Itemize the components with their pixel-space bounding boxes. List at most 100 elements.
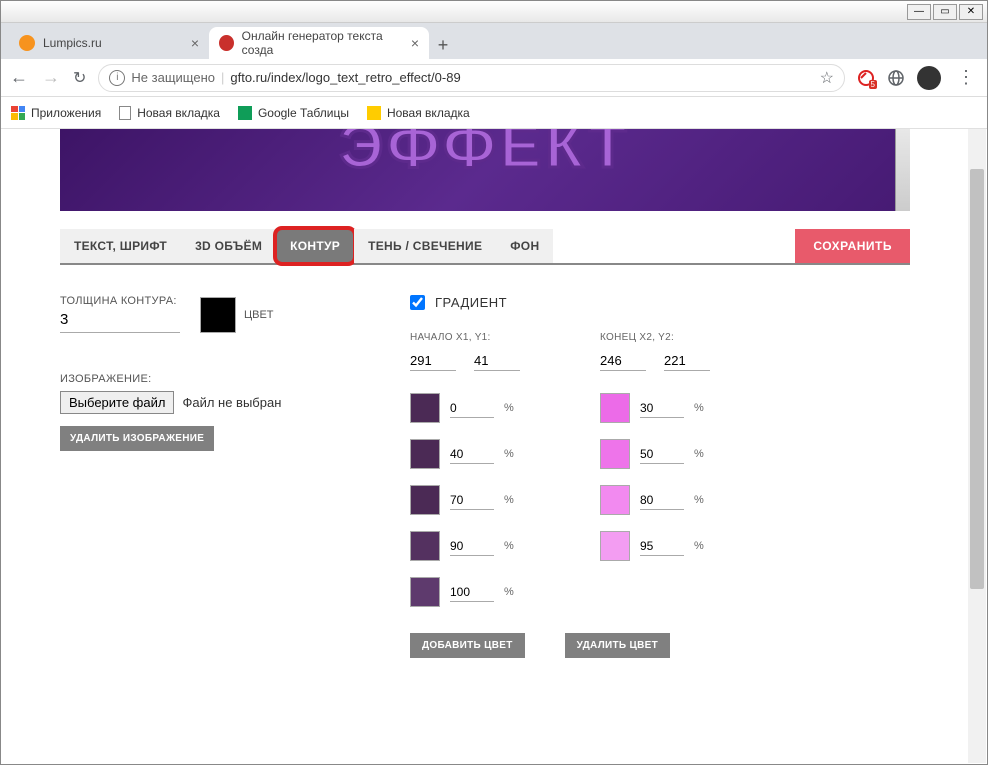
tab-shadow-glow[interactable]: ТЕНЬ / СВЕЧЕНИЕ: [354, 229, 496, 263]
bookmark-item[interactable]: Google Таблицы: [238, 106, 349, 120]
page-viewport: ЭФФЕКТ ТЕКСТ, ШРИФТ 3D ОБЪЁМ КОНТУР ТЕНЬ…: [2, 129, 986, 763]
yandex-icon: [367, 106, 381, 120]
gradient-left-stops: %%%%%: [410, 393, 560, 607]
percent-label: %: [504, 402, 514, 414]
editor-tab-row: ТЕКСТ, ШРИФТ 3D ОБЪЁМ КОНТУР ТЕНЬ / СВЕЧ…: [60, 229, 910, 265]
profile-avatar[interactable]: [917, 66, 941, 90]
bookmark-label: Google Таблицы: [258, 106, 349, 120]
info-icon[interactable]: i: [109, 70, 125, 86]
gradient-x2-input[interactable]: [600, 351, 646, 371]
gradient-stop-row: %: [410, 531, 560, 561]
delete-color-button[interactable]: УДАЛИТЬ ЦВЕТ: [565, 633, 670, 658]
globe-icon[interactable]: [887, 69, 905, 87]
favicon-icon: [219, 35, 234, 51]
bookmark-label: Приложения: [31, 106, 101, 120]
tab-text-font[interactable]: ТЕКСТ, ШРИФТ: [60, 229, 181, 263]
bookmark-apps[interactable]: Приложения: [11, 106, 101, 120]
gradient-stop-row: %: [600, 485, 750, 515]
bookmark-item[interactable]: Новая вкладка: [367, 106, 470, 120]
window-minimize[interactable]: —: [907, 4, 931, 20]
percent-label: %: [694, 494, 704, 506]
outline-color-swatch[interactable]: [200, 297, 236, 333]
gradient-stop-swatch[interactable]: [410, 485, 440, 515]
percent-label: %: [504, 586, 514, 598]
browser-tab-0[interactable]: Lumpics.ru ×: [9, 27, 209, 59]
gradient-stop-swatch[interactable]: [600, 485, 630, 515]
window-titlebar: — ▭ ✕: [1, 1, 987, 23]
add-color-button[interactable]: ДОБАВИТЬ ЦВЕТ: [410, 633, 525, 658]
gradient-stop-row: %: [410, 393, 560, 423]
tab-title: Онлайн генератор текста созда: [242, 29, 403, 57]
bookmark-label: Новая вкладка: [387, 106, 470, 120]
sheets-icon: [238, 106, 252, 120]
close-icon[interactable]: ×: [411, 35, 419, 51]
percent-label: %: [694, 402, 704, 414]
save-button[interactable]: СОХРАНИТЬ: [795, 229, 910, 263]
browser-toolbar: ← → ↻ i Не защищено | gfto.ru/index/logo…: [1, 59, 987, 97]
gradient-stop-input[interactable]: [450, 583, 494, 602]
tab-background[interactable]: ФОН: [496, 229, 553, 263]
color-label: ЦВЕТ: [244, 309, 274, 321]
extension-adblock-icon[interactable]: 5: [857, 69, 875, 87]
gradient-stop-input[interactable]: [450, 491, 494, 510]
preview-text: ЭФФЕКТ: [265, 129, 705, 197]
thickness-input[interactable]: [60, 307, 180, 333]
gradient-right-stops: %%%%: [600, 393, 750, 561]
tab-3d-volume[interactable]: 3D ОБЪЁМ: [181, 229, 276, 263]
gradient-checkbox[interactable]: [410, 295, 425, 310]
gradient-stop-input[interactable]: [450, 399, 494, 418]
browser-tab-1[interactable]: Онлайн генератор текста созда ×: [209, 27, 429, 59]
window-maximize[interactable]: ▭: [933, 4, 957, 20]
percent-label: %: [504, 540, 514, 552]
gradient-stop-swatch[interactable]: [410, 577, 440, 607]
percent-label: %: [504, 448, 514, 460]
new-tab-button[interactable]: +: [429, 31, 457, 59]
gradient-stop-row: %: [410, 577, 560, 607]
gradient-stop-input[interactable]: [450, 445, 494, 464]
gradient-stop-swatch[interactable]: [410, 531, 440, 561]
gradient-stop-input[interactable]: [640, 445, 684, 464]
scrollbar-thumb[interactable]: [970, 169, 984, 589]
percent-label: %: [504, 494, 514, 506]
bookmark-item[interactable]: Новая вкладка: [119, 106, 220, 120]
gradient-x1-input[interactable]: [410, 351, 456, 371]
gradient-stop-swatch[interactable]: [600, 393, 630, 423]
vertical-scrollbar[interactable]: [968, 129, 986, 763]
gradient-stop-row: %: [410, 439, 560, 469]
gradient-stop-swatch[interactable]: [600, 439, 630, 469]
tab-outline[interactable]: КОНТУР: [276, 229, 354, 263]
gradient-stop-swatch[interactable]: [410, 393, 440, 423]
url-text: gfto.ru/index/logo_text_retro_effect/0-8…: [230, 70, 460, 85]
browser-menu-button[interactable]: ⋮: [953, 67, 979, 88]
delete-image-button[interactable]: УДАЛИТЬ ИЗОБРАЖЕНИЕ: [60, 426, 214, 451]
tab-title: Lumpics.ru: [43, 36, 102, 50]
image-label: ИЗОБРАЖЕНИЕ:: [60, 373, 350, 385]
address-bar[interactable]: i Не защищено | gfto.ru/index/logo_text_…: [98, 64, 845, 92]
bookmark-star-icon[interactable]: ☆: [820, 68, 834, 88]
gradient-stop-input[interactable]: [640, 491, 684, 510]
window-close[interactable]: ✕: [959, 4, 983, 20]
gradient-stop-row: %: [410, 485, 560, 515]
security-status: Не защищено: [131, 70, 215, 85]
gradient-stop-input[interactable]: [450, 537, 494, 556]
gradient-stop-row: %: [600, 531, 750, 561]
gradient-stop-row: %: [600, 439, 750, 469]
gradient-y2-input[interactable]: [664, 351, 710, 371]
gradient-stop-input[interactable]: [640, 537, 684, 556]
gradient-stop-swatch[interactable]: [410, 439, 440, 469]
close-icon[interactable]: ×: [191, 35, 199, 51]
favicon-icon: [19, 35, 35, 51]
bookmarks-bar: Приложения Новая вкладка Google Таблицы …: [1, 97, 987, 129]
gradient-stop-input[interactable]: [640, 399, 684, 418]
gradient-y1-input[interactable]: [474, 351, 520, 371]
reload-button[interactable]: ↻: [73, 68, 86, 88]
svg-text:ЭФФЕКТ: ЭФФЕКТ: [340, 129, 631, 181]
gradient-stop-row: %: [600, 393, 750, 423]
apps-grid-icon: [11, 106, 25, 120]
back-button[interactable]: ←: [9, 67, 29, 88]
file-status-text: Файл не выбран: [182, 395, 281, 410]
gradient-stop-swatch[interactable]: [600, 531, 630, 561]
choose-file-button[interactable]: Выберите файл: [60, 391, 174, 414]
thickness-label: ТОЛЩИНА КОНТУРА:: [60, 295, 180, 307]
extension-badge: 5: [869, 80, 877, 89]
